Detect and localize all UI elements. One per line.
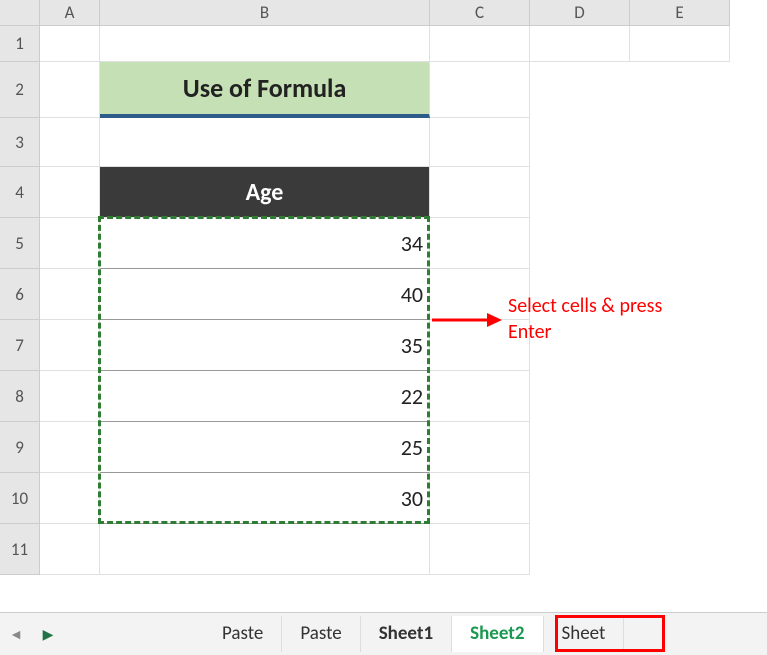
col-header-a[interactable]: A: [40, 0, 100, 26]
cell-a10[interactable]: [40, 473, 100, 524]
cell-c11[interactable]: [430, 524, 530, 575]
cell-c1[interactable]: [430, 26, 530, 62]
row-header-3[interactable]: 3: [0, 118, 40, 167]
cell-c5[interactable]: [430, 218, 530, 269]
row-header-10[interactable]: 10: [0, 473, 40, 524]
row-header-1[interactable]: 1: [0, 26, 40, 62]
tab-paste-2[interactable]: Paste: [282, 616, 360, 652]
spreadsheet-grid: A B C D E 1 2 3 4 5 6 7 8 9 10 11 Use of…: [0, 0, 767, 612]
cell-d1[interactable]: [530, 26, 630, 62]
cell-a1[interactable]: [40, 26, 100, 62]
sheet-tab-bar: ◄ ▶ Paste Paste Sheet1 Sheet2 Sheet: [0, 612, 767, 655]
cell-c9[interactable]: [430, 422, 530, 473]
row-headers: 1 2 3 4 5 6 7 8 9 10 11: [0, 26, 40, 575]
cell-c4[interactable]: [430, 167, 530, 218]
cell-c2[interactable]: [430, 62, 530, 118]
annotation-line2: Enter: [508, 320, 552, 344]
tab-nav-prev[interactable]: ◄: [4, 622, 28, 646]
row-header-9[interactable]: 9: [0, 422, 40, 473]
row-header-4[interactable]: 4: [0, 167, 40, 218]
row-header-6[interactable]: 6: [0, 269, 40, 320]
cell-b3[interactable]: [100, 118, 430, 167]
col-header-b[interactable]: B: [100, 0, 430, 26]
cell-a6[interactable]: [40, 269, 100, 320]
select-all-corner[interactable]: [0, 0, 40, 26]
cell-b9[interactable]: 25: [100, 422, 430, 473]
age-header-cell[interactable]: Age: [100, 167, 430, 218]
cell-a3[interactable]: [40, 118, 100, 167]
cell-b10[interactable]: 30: [100, 473, 430, 524]
cell-a8[interactable]: [40, 371, 100, 422]
cell-b1[interactable]: [100, 26, 430, 62]
cell-a2[interactable]: [40, 62, 100, 118]
cell-a11[interactable]: [40, 524, 100, 575]
arrow-icon: [432, 310, 502, 330]
row-header-2[interactable]: 2: [0, 62, 40, 118]
row-header-7[interactable]: 7: [0, 320, 40, 371]
col-header-c[interactable]: C: [430, 0, 530, 26]
col-header-e[interactable]: E: [630, 0, 730, 26]
cell-b7[interactable]: 35: [100, 320, 430, 371]
tab-paste-1[interactable]: Paste: [204, 616, 282, 652]
col-header-d[interactable]: D: [530, 0, 630, 26]
row-header-5[interactable]: 5: [0, 218, 40, 269]
title-cell[interactable]: Use of Formula: [100, 62, 430, 118]
cell-c10[interactable]: [430, 473, 530, 524]
cell-b8[interactable]: 22: [100, 371, 430, 422]
cell-c3[interactable]: [430, 118, 530, 167]
cell-a4[interactable]: [40, 167, 100, 218]
cell-b6[interactable]: 40: [100, 269, 430, 320]
cell-b11[interactable]: [100, 524, 430, 575]
cell-e1[interactable]: [630, 26, 730, 62]
tab-nav-next[interactable]: ▶: [36, 622, 60, 646]
cell-b5[interactable]: 34: [100, 218, 430, 269]
tab-sheet-partial[interactable]: Sheet: [544, 616, 625, 652]
annotation-line1: Select cells & press: [508, 294, 662, 318]
row-header-11[interactable]: 11: [0, 524, 40, 575]
column-headers: A B C D E: [40, 0, 730, 26]
tab-sheet1[interactable]: Sheet1: [361, 616, 452, 652]
cell-a9[interactable]: [40, 422, 100, 473]
row-header-8[interactable]: 8: [0, 371, 40, 422]
tab-sheet2[interactable]: Sheet2: [452, 616, 543, 652]
cell-a5[interactable]: [40, 218, 100, 269]
cell-a7[interactable]: [40, 320, 100, 371]
annotation-text: Select cells & press Enter: [508, 293, 662, 345]
cell-c8[interactable]: [430, 371, 530, 422]
